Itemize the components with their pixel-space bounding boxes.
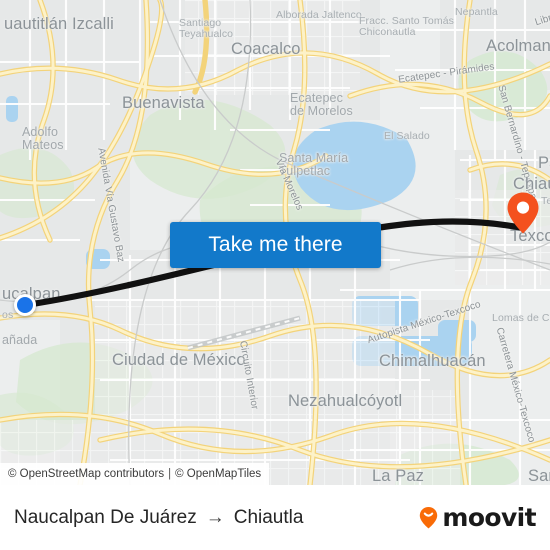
attribution-separator: | — [168, 468, 172, 480]
take-me-there-label: Take me there — [208, 233, 343, 256]
attribution-tiles[interactable]: © OpenMapTiles — [175, 468, 261, 480]
trip-summary: Naucalpan De Juárez → Chiautla — [14, 507, 303, 529]
trip-destination: Chiautla — [233, 506, 304, 528]
take-me-there-button[interactable]: Take me there — [170, 222, 381, 268]
map-pin-icon — [507, 192, 539, 234]
moovit-logo[interactable]: moovit — [416, 503, 537, 532]
attribution-osm[interactable]: © OpenStreetMap contributors — [8, 468, 164, 480]
moovit-trip-map-screen: uautitlán Izcalli Santiago Teyahualco Albo… — [0, 0, 550, 550]
moovit-wordmark: moovit — [442, 503, 536, 532]
trip-footer: Naucalpan De Juárez → Chiautla moovit — [0, 485, 550, 550]
arrow-right-icon: → — [205, 506, 225, 528]
map-viewport[interactable]: uautitlán Izcalli Santiago Teyahualco Albo… — [0, 0, 550, 485]
map-attribution: © OpenStreetMap contributors | © OpenMap… — [0, 463, 270, 485]
moovit-pin-icon — [420, 507, 438, 529]
origin-marker[interactable] — [14, 294, 36, 316]
destination-marker[interactable] — [506, 191, 540, 240]
trip-origin: Naucalpan De Juárez — [14, 506, 197, 528]
